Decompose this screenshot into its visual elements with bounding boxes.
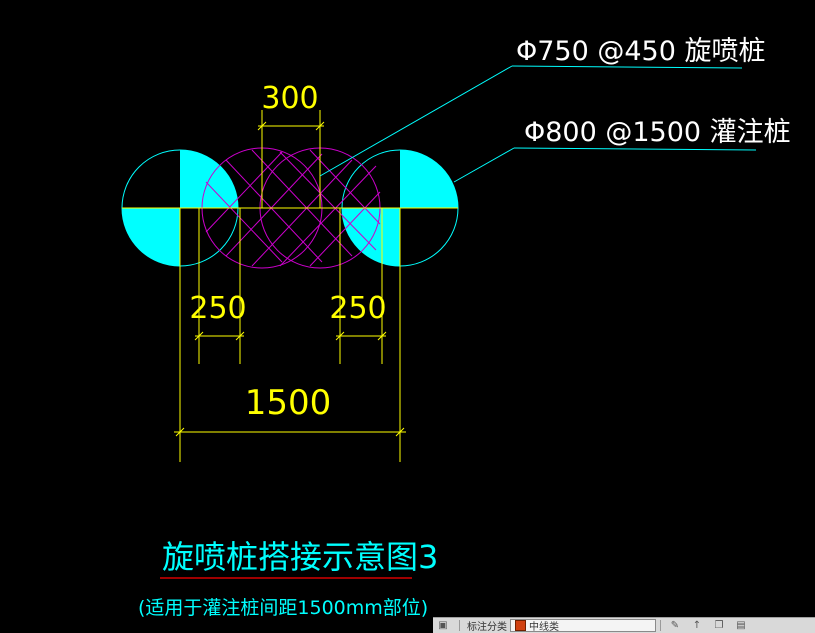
arrow-up-button[interactable]: ↑ <box>687 619 709 632</box>
bored-pile-label: Φ800 @1500 灌注桩 <box>524 117 791 148</box>
status-separator-2 <box>660 620 661 631</box>
model-space-icon: ▣ <box>438 620 448 631</box>
copy-button[interactable]: ❐ <box>709 619 731 632</box>
jet-pile-label: Φ750 @450 旋喷桩 <box>516 36 766 67</box>
copy-icon: ❐ <box>714 620 724 631</box>
diagram-title: 旋喷桩搭接示意图3 <box>162 538 438 576</box>
arrow-up-icon: ↑ <box>692 620 702 631</box>
dimension-250-left-text: 250 <box>189 291 246 326</box>
status-separator <box>459 620 460 631</box>
layer-icon: ▤ <box>736 620 746 631</box>
layer-dropdown[interactable]: 中线类 <box>510 619 656 632</box>
cad-drawing-canvas[interactable]: 300 250 250 1500 Φ750 @450 旋喷桩 Φ800 @150… <box>0 0 815 632</box>
status-bar: ▣ 标注分类 中线类 ✎ ↑ ❐ ▤ <box>433 617 815 633</box>
layer-button[interactable]: ▤ <box>731 619 753 632</box>
layer-filter-label: 标注分类 <box>464 619 510 633</box>
layer-name-text: 中线类 <box>529 622 559 632</box>
layer-color-swatch <box>515 620 526 631</box>
dimension-300-text: 300 <box>261 81 318 116</box>
annotate-icon: ✎ <box>670 620 680 631</box>
model-space-button[interactable]: ▣ <box>433 619 455 632</box>
diagram-subtitle: (适用于灌注桩间距1500mm部位) <box>138 597 428 619</box>
dimension-250-right-text: 250 <box>329 291 386 326</box>
layer-filter-text: 标注分类 <box>467 622 507 633</box>
dimension-1500-text: 1500 <box>245 383 332 423</box>
annotate-button[interactable]: ✎ <box>665 619 687 632</box>
